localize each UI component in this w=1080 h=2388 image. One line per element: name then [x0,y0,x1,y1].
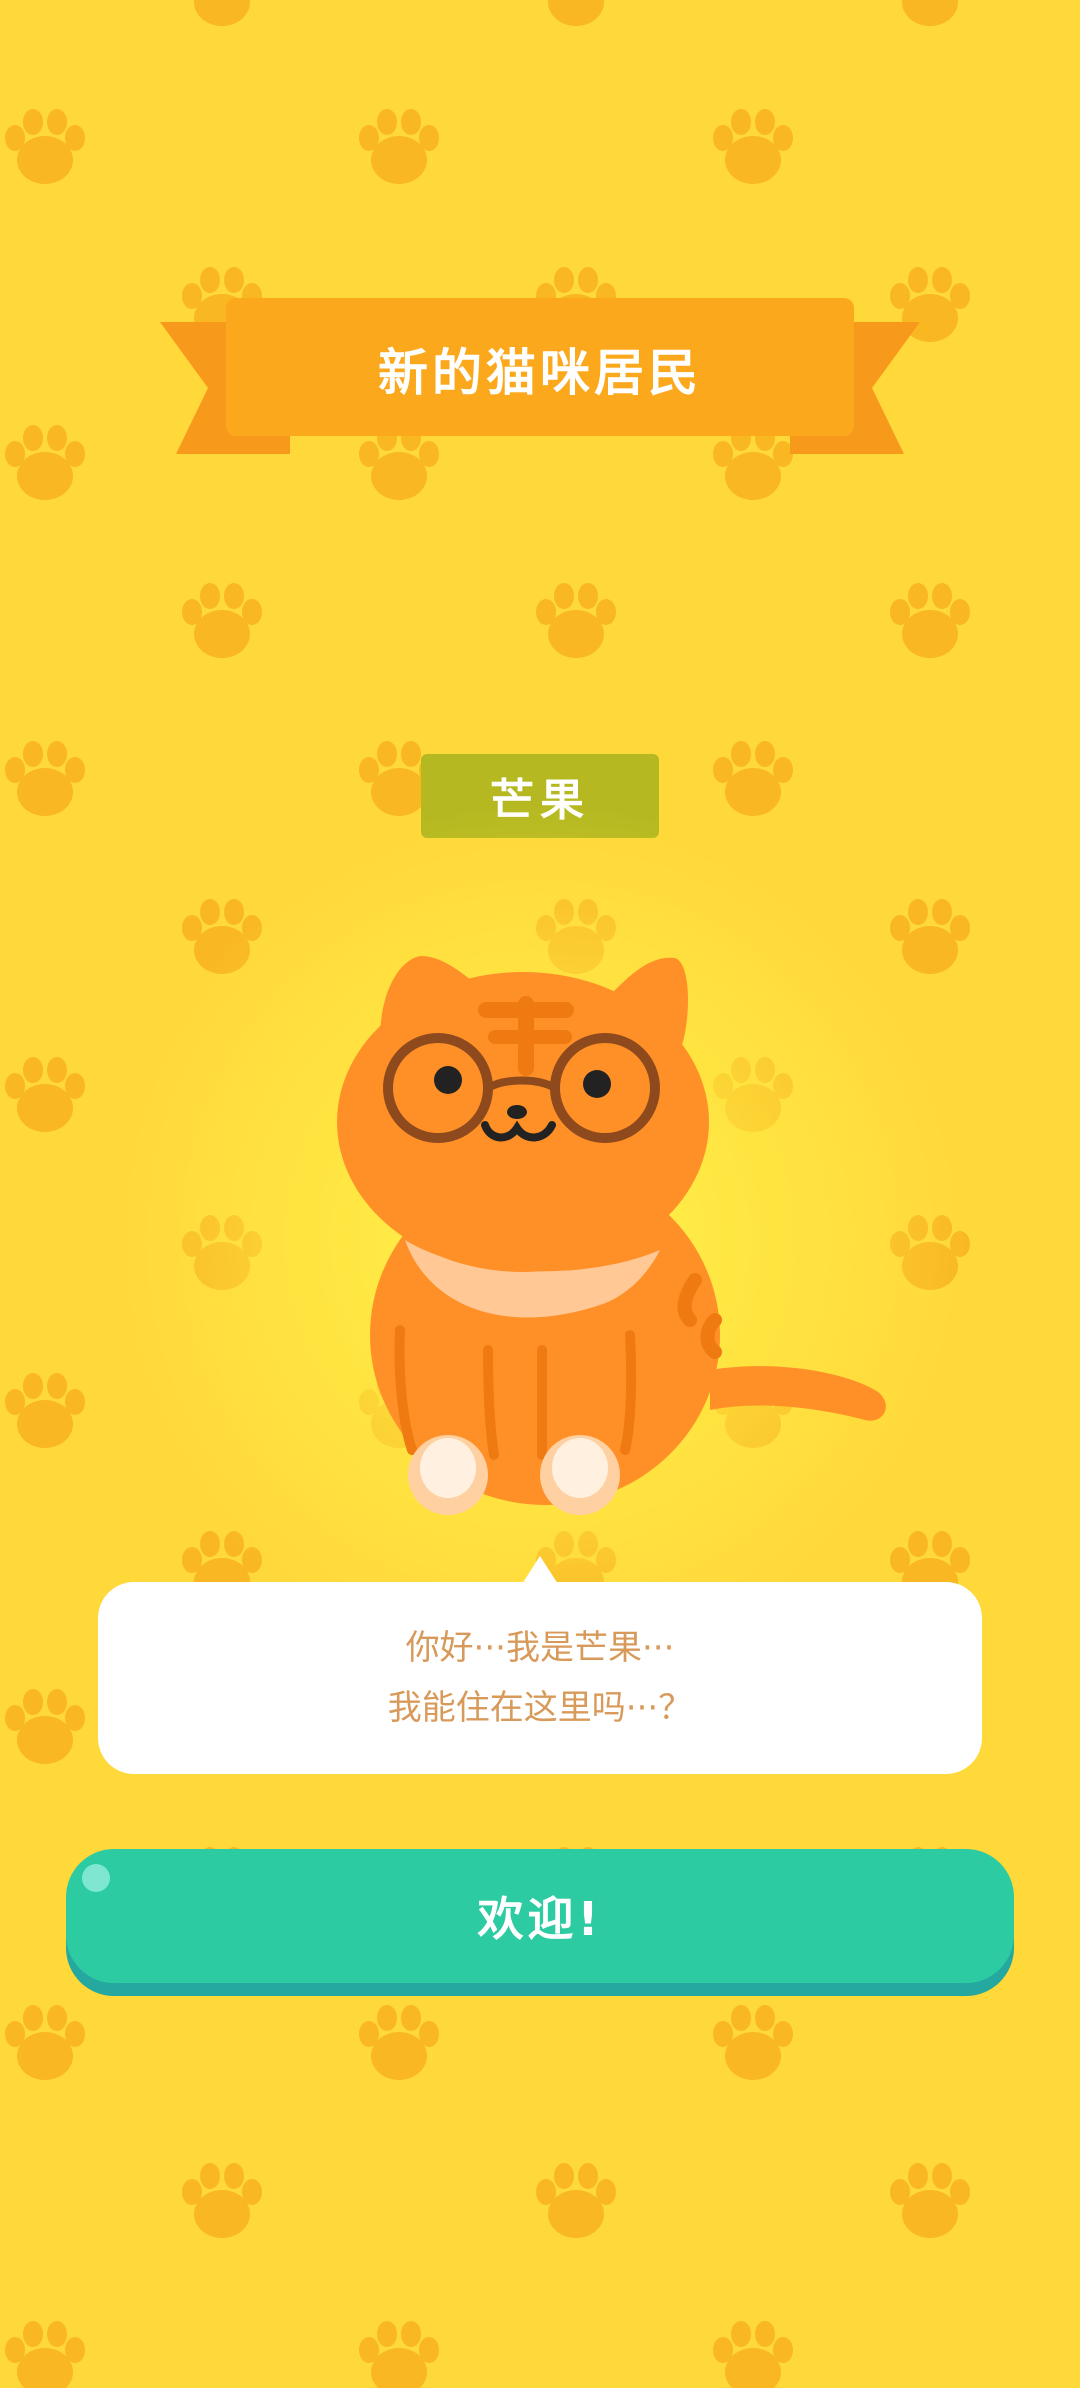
paw-print-icon [713,2321,793,2388]
paw-print-icon [5,1689,85,1764]
paw-print-icon [359,2005,439,2080]
paw-print-icon [5,425,85,500]
cat-character [337,955,886,1515]
paw-print-icon [902,0,958,26]
banner-title: 新的猫咪居民 [378,344,702,402]
button-highlight-dot [82,1864,110,1892]
paw-print-icon [5,2321,85,2388]
speech-bubble: 你好···我是芒果··· 我能住在这里吗···？ [98,1582,982,1774]
paw-print-icon [182,2163,262,2238]
paw-print-icon [536,2163,616,2238]
paw-print-icon [359,2321,439,2388]
paw-print-icon [359,109,439,184]
paw-print-icon [5,2005,85,2080]
paw-print-icon [713,2005,793,2080]
paw-print-icon [713,109,793,184]
paw-print-icon [536,583,616,658]
paw-print-icon [182,583,262,658]
speech-bubble-tail [522,1556,558,1584]
paw-print-icon [890,2163,970,2238]
paw-print-icon [5,741,85,816]
paw-print-icon [890,583,970,658]
paw-print-icon [548,0,604,26]
welcome-button[interactable]: 欢迎! [66,1849,1014,1983]
paw-print-icon [194,0,250,26]
dialog-line-1: 你好···我是芒果··· [405,1628,675,1668]
paw-print-icon [5,109,85,184]
dialog-line-2: 我能住在这里吗···？ [387,1688,693,1728]
